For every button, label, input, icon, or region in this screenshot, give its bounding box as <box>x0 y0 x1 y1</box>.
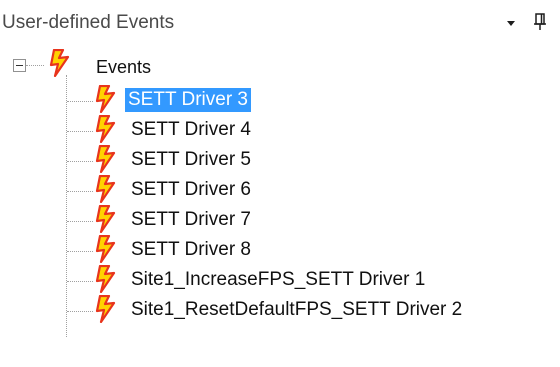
user-defined-events-panel: User-defined Events Events SETT Driver 3… <box>0 0 560 367</box>
collapse-toggle[interactable] <box>13 59 26 72</box>
tree-connector-line <box>26 65 44 66</box>
tree-root-label[interactable]: Events <box>93 55 154 79</box>
tree-item-label[interactable]: SETT Driver 3 <box>125 88 252 112</box>
tree-connector-line <box>67 191 93 192</box>
pin-icon <box>534 13 546 30</box>
tree-connector-line <box>67 131 93 132</box>
event-lightning-icon <box>92 114 120 144</box>
tree-item-label[interactable]: SETT Driver 5 <box>128 148 254 172</box>
tree-item-label[interactable]: SETT Driver 6 <box>128 178 254 202</box>
pin-button[interactable] <box>529 10 551 34</box>
events-tree[interactable]: Events SETT Driver 3 SETT Driver 4 SETT … <box>0 44 560 367</box>
tree-connector-line <box>67 311 93 312</box>
tree-connector-line <box>67 101 93 102</box>
panel-menu-button[interactable] <box>500 10 522 34</box>
event-lightning-icon <box>92 264 120 294</box>
event-lightning-icon <box>92 294 120 324</box>
event-lightning-icon <box>92 234 120 264</box>
tree-connector-line <box>67 281 93 282</box>
event-lightning-icon <box>92 144 120 174</box>
panel-title: User-defined Events <box>2 12 175 33</box>
triangle-down-icon <box>507 21 515 26</box>
event-lightning-icon <box>92 84 120 114</box>
tree-item-label[interactable]: Site1_IncreaseFPS_SETT Driver 1 <box>128 268 428 292</box>
tree-item-label[interactable]: SETT Driver 7 <box>128 208 254 232</box>
event-lightning-icon <box>46 48 74 78</box>
event-lightning-icon <box>92 204 120 234</box>
tree-connector-line <box>66 75 67 337</box>
tree-connector-line <box>67 251 93 252</box>
tree-connector-line <box>67 161 93 162</box>
tree-connector-line <box>67 221 93 222</box>
tree-item-label[interactable]: SETT Driver 8 <box>128 238 254 262</box>
panel-header: User-defined Events <box>0 0 560 44</box>
tree-item-label[interactable]: Site1_ResetDefaultFPS_SETT Driver 2 <box>128 298 465 322</box>
event-lightning-icon <box>92 174 120 204</box>
tree-item-label[interactable]: SETT Driver 4 <box>128 118 254 142</box>
